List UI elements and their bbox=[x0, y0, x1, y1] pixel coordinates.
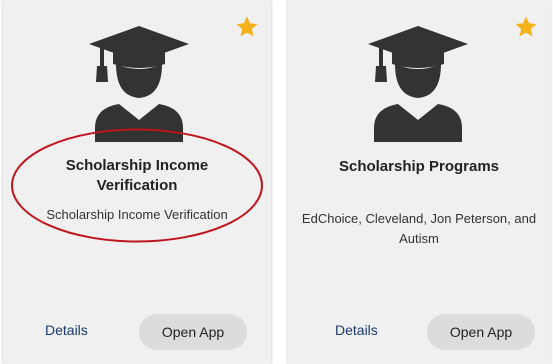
card-title: Scholarship Income Verification bbox=[65, 157, 209, 194]
favorite-star-icon[interactable] bbox=[514, 15, 538, 39]
card-title: Scholarship Programs bbox=[338, 158, 500, 175]
app-card-scholarship-income-verification[interactable]: Scholarship Income Verification Scholars… bbox=[3, 0, 271, 364]
favorite-star-icon[interactable] bbox=[235, 15, 259, 39]
graduate-icon bbox=[368, 24, 468, 142]
open-app-button[interactable]: Open App bbox=[139, 314, 247, 350]
open-app-button[interactable]: Open App bbox=[427, 314, 535, 350]
app-card-scholarship-programs[interactable]: Scholarship Programs EdChoice, Cleveland… bbox=[288, 0, 550, 364]
graduate-icon bbox=[89, 24, 189, 142]
card-description: Scholarship Income Verification bbox=[46, 207, 228, 222]
details-link[interactable]: Details bbox=[335, 322, 378, 338]
details-link[interactable]: Details bbox=[45, 322, 88, 338]
card-description: EdChoice, Cleveland, Jon Peterson, and A… bbox=[301, 211, 537, 246]
